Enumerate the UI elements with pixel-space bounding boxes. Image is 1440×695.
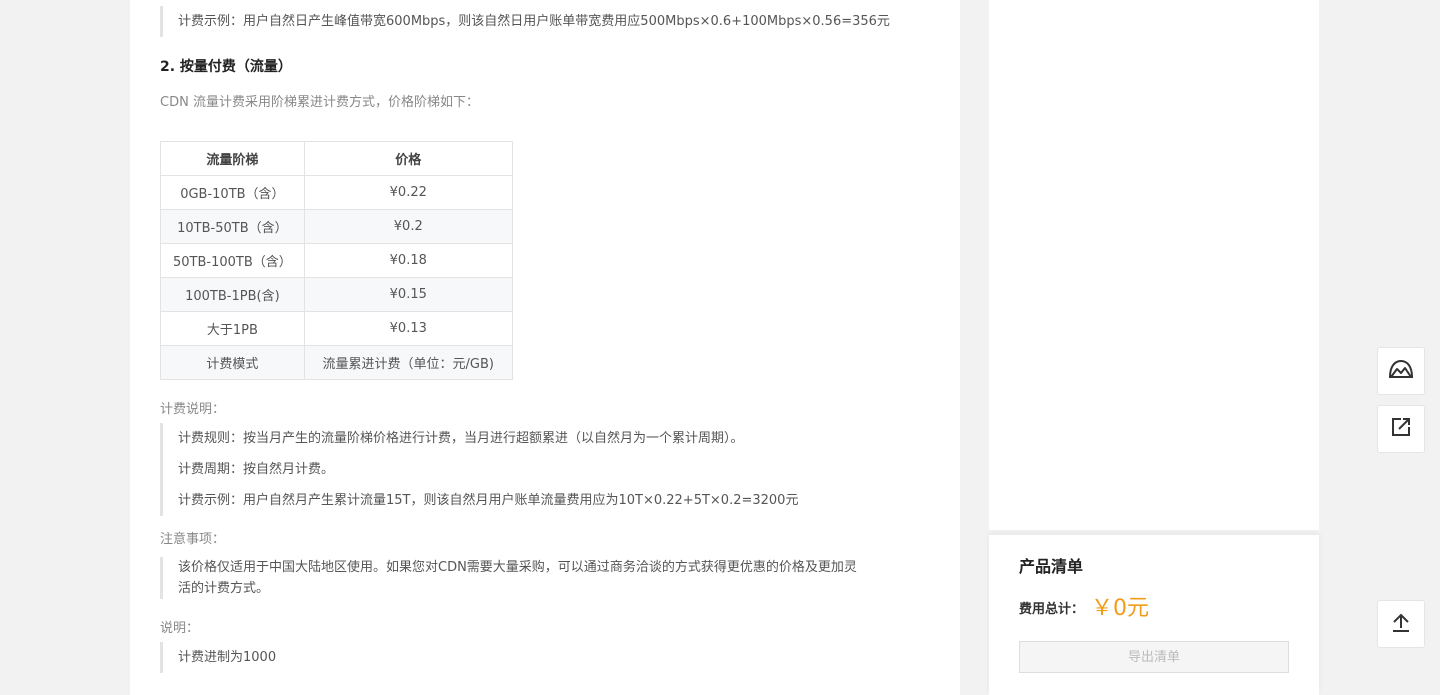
back-to-top-button[interactable] [1377, 600, 1425, 648]
tier-cell: 50TB-100TB（含） [160, 243, 305, 278]
main-content: 计费示例：用户自然日产生峰值带宽600Mbps，则该自然日用户账单带宽费用应50… [130, 0, 960, 695]
mountain-icon [1387, 358, 1415, 384]
billing-quote: 计费规则：按当月产生的流量阶梯价格进行计费，当月进行超额累进（以自然月为一个累计… [160, 423, 938, 516]
total-label: 费用总计： [1019, 602, 1085, 617]
explain-label: 说明： [160, 621, 200, 636]
notes-line: 该价格仅适用于中国大陆地区使用。如果您对CDN需要大量采购，可以通过商务洽谈的方… [178, 560, 857, 575]
table-row: 0GB-10TB（含） ¥0.22 [160, 175, 513, 210]
tier-cell: 0GB-10TB（含） [160, 175, 305, 210]
section-title: 2. 按量付费（流量） [160, 59, 292, 75]
right-sidebar [989, 0, 1319, 530]
table-header: 流量阶梯 [160, 141, 305, 176]
notes-quote: 该价格仅适用于中国大陆地区使用。如果您对CDN需要大量采购，可以通过商务洽谈的方… [160, 557, 938, 599]
billing-cycle: 计费周期：按自然月计费。 [178, 462, 335, 477]
table-row: 100TB-1PB(含) ¥0.15 [160, 277, 513, 312]
mountain-button[interactable] [1377, 347, 1425, 395]
price-cell: ¥0.13 [303, 311, 513, 346]
bandwidth-example: 计费示例：用户自然日产生峰值带宽600Mbps，则该自然日用户账单带宽费用应50… [178, 14, 890, 29]
price-cell: ¥0.15 [303, 277, 513, 312]
price-cell: ¥0.2 [303, 209, 513, 244]
table-row: 10TB-50TB（含） ¥0.2 [160, 209, 513, 244]
export-list-button[interactable]: 导出清单 [1019, 641, 1289, 673]
table-row: 计费模式 流量累进计费（单位：元/GB) [160, 345, 513, 380]
tier-cell: 计费模式 [160, 345, 305, 380]
product-cart: 产品清单 费用总计： ￥0元 导出清单 [989, 535, 1319, 695]
table-header: 价格 [303, 141, 513, 176]
tier-cell: 大于1PB [160, 311, 305, 346]
table-header-row: 流量阶梯 价格 [160, 141, 513, 176]
back-to-top-icon [1390, 611, 1412, 637]
billing-rule: 计费规则：按当月产生的流量阶梯价格进行计费，当月进行超额累进（以自然月为一个累计… [178, 431, 744, 446]
billing-example: 计费示例：用户自然月产生累计流量15T，则该自然月用户账单流量费用应为10T×0… [178, 493, 799, 508]
notes-label: 注意事项： [160, 532, 226, 547]
notes-line: 活的计费方式。 [178, 581, 270, 596]
share-icon [1390, 416, 1412, 442]
explain-text: 计费进制为1000 [178, 650, 277, 665]
table-row: 大于1PB ¥0.13 [160, 311, 513, 346]
price-cell: 流量累进计费（单位：元/GB) [303, 345, 513, 380]
billing-label: 计费说明： [160, 402, 226, 417]
explain-quote: 计费进制为1000 [160, 642, 938, 673]
price-cell: ¥0.22 [303, 175, 513, 210]
bandwidth-example-quote: 计费示例：用户自然日产生峰值带宽600Mbps，则该自然日用户账单带宽费用应50… [160, 6, 938, 37]
section-intro: CDN 流量计费采用阶梯累进计费方式，价格阶梯如下： [160, 95, 479, 110]
tier-cell: 100TB-1PB(含) [160, 277, 305, 312]
total-value: ￥0元 [1091, 596, 1149, 621]
cart-title: 产品清单 [1019, 557, 1084, 576]
tier-cell: 10TB-50TB（含） [160, 209, 305, 244]
price-cell: ¥0.18 [303, 243, 513, 278]
price-table: 流量阶梯 价格 0GB-10TB（含） ¥0.22 10TB-50TB（含） ¥… [160, 141, 513, 380]
table-row: 50TB-100TB（含） ¥0.18 [160, 243, 513, 278]
share-button[interactable] [1377, 405, 1425, 453]
